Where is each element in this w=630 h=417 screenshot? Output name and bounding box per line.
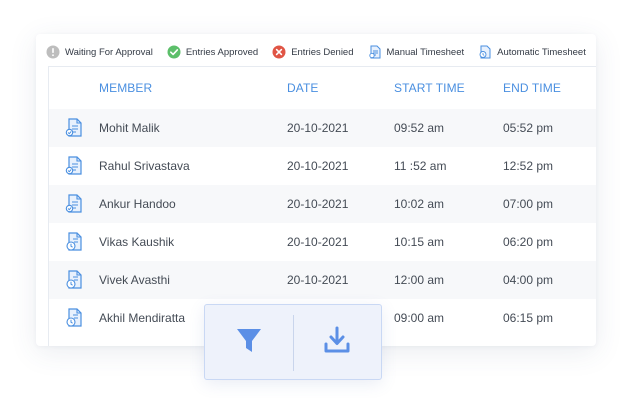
- header-end-time[interactable]: END TIME: [503, 81, 561, 95]
- automatic-timesheet-icon: [65, 308, 83, 328]
- cell-end-time: 07:00 pm: [503, 197, 554, 211]
- legend-manual: Manual Timesheet: [368, 45, 465, 59]
- download-icon: [323, 325, 351, 360]
- check-circle-icon: [167, 45, 181, 59]
- table-header: MEMBER DATE START TIME END TIME: [49, 69, 596, 107]
- cell-start-time: 11 :52 am: [394, 159, 447, 173]
- cell-start-time: 09:00 am: [394, 311, 445, 325]
- toolbar-divider: [293, 315, 294, 371]
- legend-waiting: Waiting For Approval: [46, 45, 153, 59]
- header-date[interactable]: DATE: [287, 81, 319, 95]
- cell-start-time: 12:00 am: [394, 273, 445, 287]
- legend-approved: Entries Approved: [167, 45, 258, 59]
- cell-date: 20-10-2021: [287, 273, 349, 287]
- cell-member: Akhil Mendiratta: [99, 311, 186, 325]
- legend-label: Manual Timesheet: [386, 46, 465, 58]
- cell-date: 20-10-2021: [287, 159, 349, 173]
- cell-member: Vikas Kaushik: [99, 235, 175, 249]
- automatic-timesheet-icon: [65, 232, 83, 252]
- manual-timesheet-icon: [65, 156, 83, 176]
- filter-button[interactable]: [205, 305, 293, 379]
- cell-end-time: 06:15 pm: [503, 311, 554, 325]
- legend-automatic: Automatic Timesheet: [478, 45, 586, 59]
- header-member[interactable]: MEMBER: [99, 81, 152, 95]
- cell-member: Ankur Handoo: [99, 197, 176, 211]
- table-row[interactable]: Vikas Kaushik 20-10-2021 10:15 am 06:20 …: [49, 223, 596, 261]
- manual-timesheet-icon: [65, 118, 83, 138]
- download-button[interactable]: [293, 305, 381, 379]
- cell-end-time: 05:52 pm: [503, 121, 554, 135]
- x-circle-icon: [272, 45, 286, 59]
- table-row[interactable]: Mohit Malik 20-10-2021 09:52 am 05:52 pm: [49, 109, 596, 147]
- legend-label: Entries Approved: [185, 46, 259, 58]
- automatic-timesheet-icon: [478, 45, 492, 59]
- table-row[interactable]: Vivek Avasthi 20-10-2021 12:00 am 04:00 …: [49, 261, 596, 299]
- cell-end-time: 04:00 pm: [503, 273, 554, 287]
- table-row[interactable]: Rahul Srivastava 20-10-2021 11 :52 am 12…: [49, 147, 596, 185]
- legend-label: Automatic Timesheet: [497, 46, 586, 58]
- legend-label: Entries Denied: [291, 46, 354, 58]
- filter-icon: [235, 325, 263, 360]
- cell-end-time: 12:52 pm: [503, 159, 554, 173]
- manual-timesheet-icon: [65, 194, 83, 214]
- legend-denied: Entries Denied: [272, 45, 354, 59]
- cell-member: Rahul Srivastava: [99, 159, 190, 173]
- table-row[interactable]: Ankur Handoo 20-10-2021 10:02 am 07:00 p…: [49, 185, 596, 223]
- cell-date: 20-10-2021: [287, 197, 349, 211]
- cell-date: 20-10-2021: [287, 121, 349, 135]
- floating-toolbar: [204, 304, 382, 380]
- cell-date: 20-10-2021: [287, 235, 349, 249]
- cell-end-time: 06:20 pm: [503, 235, 554, 249]
- cell-start-time: 10:15 am: [394, 235, 445, 249]
- timesheet-card: Waiting For Approval Entries Approved En…: [36, 34, 596, 346]
- cell-member: Vivek Avasthi: [99, 273, 170, 287]
- cell-start-time: 10:02 am: [394, 197, 445, 211]
- header-start-time[interactable]: START TIME: [394, 81, 465, 95]
- cell-member: Mohit Malik: [99, 121, 160, 135]
- status-legend: Waiting For Approval Entries Approved En…: [46, 42, 596, 62]
- clock-gray-icon: [46, 45, 60, 59]
- automatic-timesheet-icon: [65, 270, 83, 290]
- manual-timesheet-icon: [368, 45, 382, 59]
- cell-start-time: 09:52 am: [394, 121, 445, 135]
- legend-label: Waiting For Approval: [65, 46, 153, 58]
